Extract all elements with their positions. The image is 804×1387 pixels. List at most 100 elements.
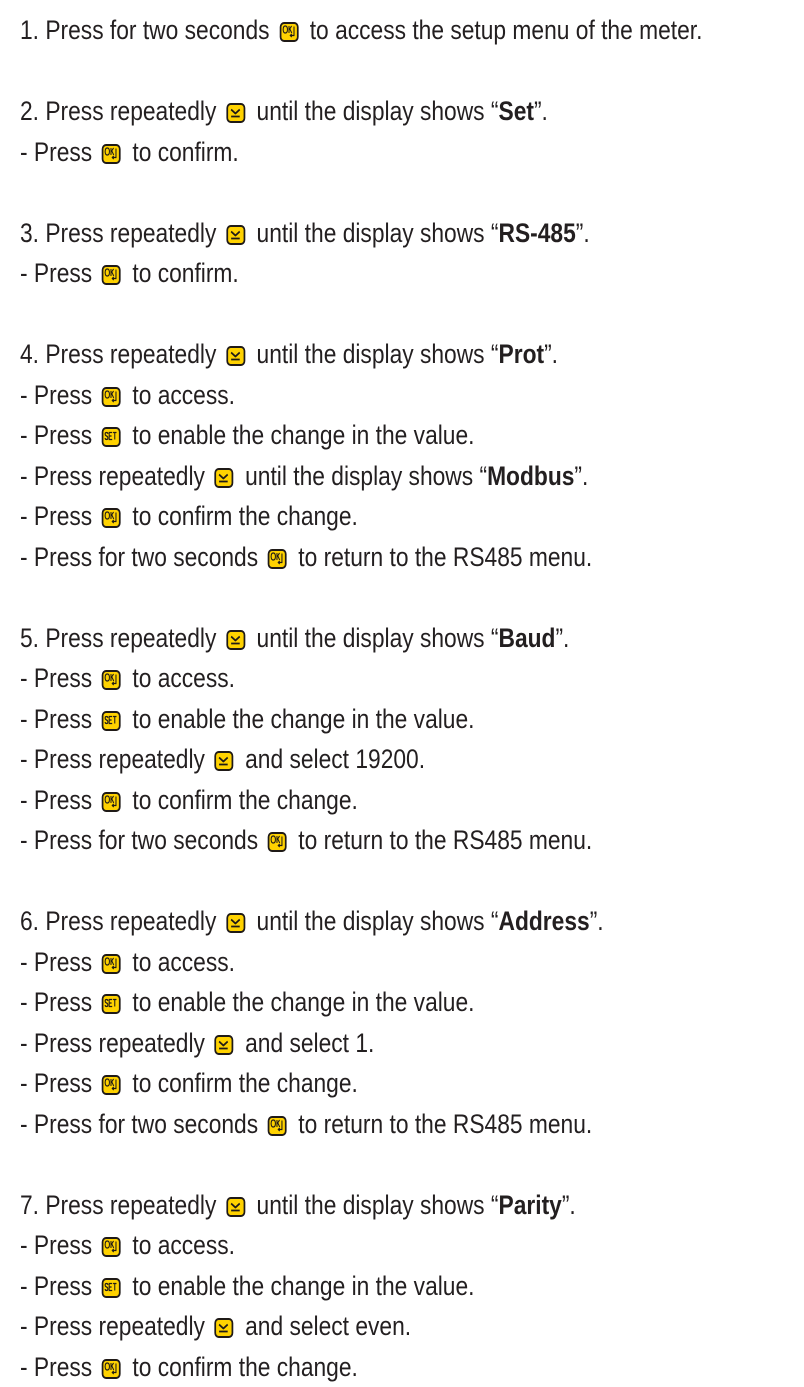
step-substep-line: - Press for two seconds to return to the… <box>20 820 694 861</box>
step-substep-line: - Press to enable the change in the valu… <box>20 1266 694 1307</box>
instruction-text: - Press <box>20 947 99 977</box>
down-key-icon <box>215 751 234 771</box>
instruction-text: - Press <box>20 987 99 1017</box>
step-heading-line: 4. Press repeatedly until the display sh… <box>20 334 694 375</box>
instruction-text: to return to the RS485 menu. <box>292 825 592 855</box>
ok-key-icon <box>268 832 287 852</box>
display-text: Parity <box>498 1190 561 1220</box>
ok-key-icon <box>102 1359 121 1379</box>
step-substep-line: - Press to access. <box>20 658 694 699</box>
ok-key-icon <box>102 387 121 407</box>
instruction-text: to confirm the change. <box>126 501 358 531</box>
step-heading-line: 7. Press repeatedly until the display sh… <box>20 1185 694 1226</box>
instruction-text: and select even. <box>239 1311 411 1341</box>
step-substep-line: - Press to confirm the change. <box>20 1347 694 1387</box>
set-key-icon <box>102 711 121 731</box>
instruction-text: to confirm the change. <box>126 1068 358 1098</box>
down-key-icon <box>226 103 245 123</box>
instruction-text: 4. Press repeatedly <box>20 339 223 369</box>
display-text: RS-485 <box>498 218 575 248</box>
instruction-text: until the display shows “ <box>250 623 498 653</box>
ok-key-icon <box>102 1075 121 1095</box>
ok-key-icon <box>268 549 287 569</box>
instruction-text: - Press <box>20 1352 99 1382</box>
display-text: Modbus <box>487 461 574 491</box>
instruction-text: - Press <box>20 785 99 815</box>
step-heading-line: 2. Press repeatedly until the display sh… <box>20 91 694 132</box>
instruction-text: - Press <box>20 1230 99 1260</box>
instruction-text: - Press <box>20 704 99 734</box>
set-key-icon <box>102 994 121 1014</box>
instruction-text: - Press <box>20 420 99 450</box>
instruction-text: - Press <box>20 258 99 288</box>
instruction-text: - Press for two seconds <box>20 825 264 855</box>
instruction-text: to access. <box>126 1230 235 1260</box>
instruction-text: to enable the change in the value. <box>126 420 474 450</box>
step-substep-line: - Press for two seconds to return to the… <box>20 1104 694 1145</box>
down-key-icon <box>226 630 245 650</box>
step-substep-line: - Press repeatedly until the display sho… <box>20 456 694 497</box>
display-text: Prot <box>498 339 544 369</box>
instruction-text: ”. <box>534 96 548 126</box>
step-substep-line: - Press to confirm the change. <box>20 496 694 537</box>
instruction-text: to confirm. <box>126 137 239 167</box>
instruction-text: until the display shows “ <box>250 218 498 248</box>
instruction-text: - Press <box>20 137 99 167</box>
step-spacer <box>20 1144 804 1185</box>
ok-key-icon <box>268 1116 287 1136</box>
instruction-text: ”. <box>574 461 588 491</box>
instruction-text: ”. <box>555 623 569 653</box>
instruction-text: to enable the change in the value. <box>126 987 474 1017</box>
instruction-text: to access. <box>126 663 235 693</box>
instruction-text: - Press repeatedly <box>20 1311 211 1341</box>
step-substep-line: - Press repeatedly and select even. <box>20 1306 694 1347</box>
step-substep-line: - Press to enable the change in the valu… <box>20 982 694 1023</box>
instruction-text: until the display shows “ <box>250 339 498 369</box>
instruction-text: - Press for two seconds <box>20 1109 264 1139</box>
step-substep-line: - Press repeatedly and select 19200. <box>20 739 694 780</box>
instruction-text: to confirm. <box>126 258 239 288</box>
instruction-text: 7. Press repeatedly <box>20 1190 223 1220</box>
step-substep-line: - Press to enable the change in the valu… <box>20 415 694 456</box>
down-key-icon <box>215 1035 234 1055</box>
ok-key-icon <box>279 22 298 42</box>
ok-key-icon <box>102 1237 121 1257</box>
instruction-text: to confirm the change. <box>126 785 358 815</box>
instruction-text: 6. Press repeatedly <box>20 906 223 936</box>
instruction-text: until the display shows “ <box>250 96 498 126</box>
instruction-text: ”. <box>544 339 558 369</box>
down-key-icon <box>215 1318 234 1338</box>
instruction-text: 3. Press repeatedly <box>20 218 223 248</box>
instruction-text: - Press <box>20 501 99 531</box>
instruction-text: until the display shows “ <box>239 461 487 491</box>
step-spacer <box>20 51 804 92</box>
display-text: Set <box>498 96 533 126</box>
instruction-text: - Press repeatedly <box>20 744 211 774</box>
step-substep-line: - Press to confirm the change. <box>20 780 694 821</box>
ok-key-icon <box>102 508 121 528</box>
step-heading-line: 3. Press repeatedly until the display sh… <box>20 213 694 254</box>
instruction-text: - Press repeatedly <box>20 1028 211 1058</box>
instruction-text: - Press for two seconds <box>20 542 264 572</box>
instruction-text: - Press <box>20 1068 99 1098</box>
instruction-text: until the display shows “ <box>250 906 498 936</box>
step-spacer <box>20 294 804 335</box>
step-substep-line: - Press to confirm. <box>20 253 694 294</box>
instruction-text: 5. Press repeatedly <box>20 623 223 653</box>
display-text: Baud <box>498 623 555 653</box>
display-text: Address <box>498 906 589 936</box>
instruction-text: and select 19200. <box>239 744 425 774</box>
ok-key-icon <box>102 954 121 974</box>
instruction-text: - Press <box>20 380 99 410</box>
step-substep-line: - Press to access. <box>20 1225 694 1266</box>
down-key-icon <box>215 468 234 488</box>
down-key-icon <box>226 225 245 245</box>
step-heading-line: 1. Press for two seconds to access the s… <box>20 10 694 51</box>
instruction-text: - Press repeatedly <box>20 461 211 491</box>
instruction-text: to access. <box>126 380 235 410</box>
instruction-text: ”. <box>562 1190 576 1220</box>
step-substep-line: - Press to confirm the change. <box>20 1063 694 1104</box>
instruction-text: 1. Press for two seconds <box>20 15 276 45</box>
instruction-text: - Press <box>20 663 99 693</box>
instruction-text: to access. <box>126 947 235 977</box>
